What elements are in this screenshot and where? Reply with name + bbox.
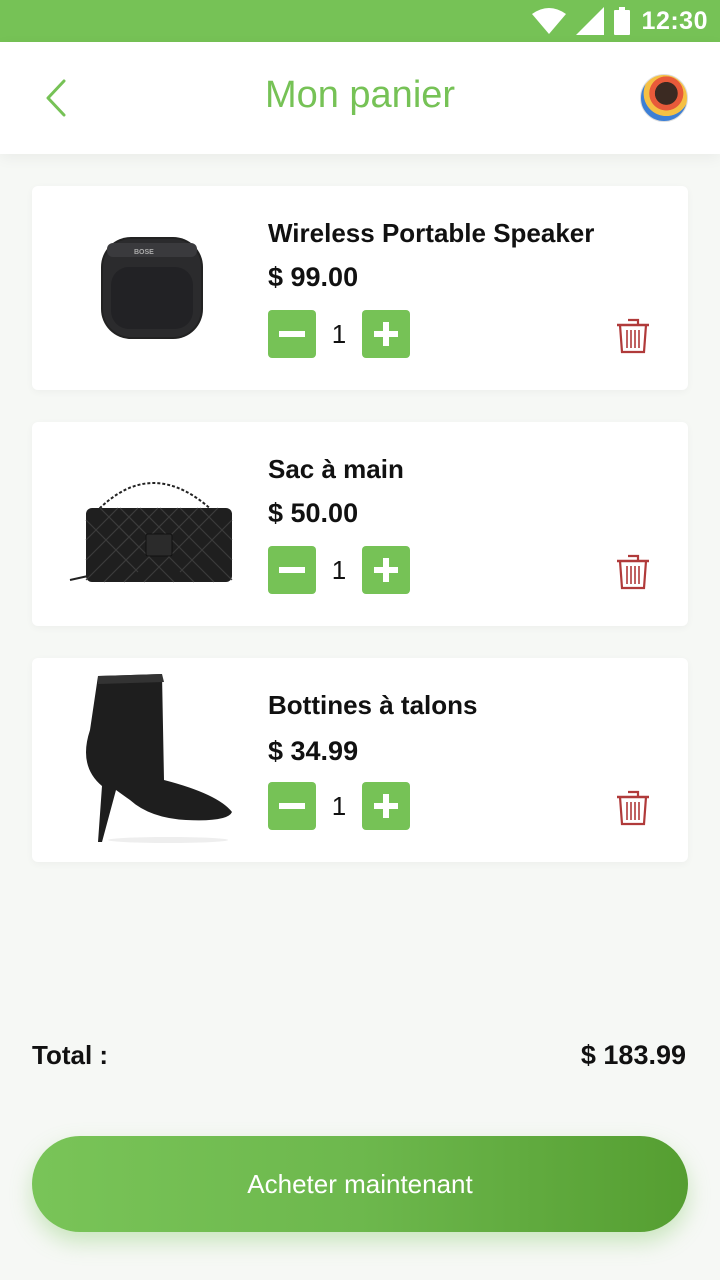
status-icons — [531, 7, 630, 35]
product-image-heeled-boot — [60, 666, 244, 850]
status-bar: 12:30 — [0, 0, 720, 42]
decrease-quantity-button[interactable] — [268, 310, 316, 358]
product-price: $ 99.00 — [268, 262, 359, 292]
cart-item: Bottines à talons $ 34.99 1 — [32, 658, 688, 862]
quantity-stepper: 1 — [268, 310, 410, 358]
quantity-value: 1 — [331, 318, 347, 349]
signal-icon — [575, 7, 604, 35]
clock: 12:30 — [641, 6, 708, 35]
product-name: Sac à main — [268, 454, 404, 484]
trash-icon[interactable] — [616, 554, 650, 590]
plus-icon — [374, 558, 398, 582]
battery-icon — [613, 7, 630, 35]
buy-now-button[interactable]: Acheter maintenant — [32, 1136, 688, 1232]
trash-icon[interactable] — [616, 790, 650, 826]
quantity-stepper: 1 — [268, 782, 410, 830]
product-name: Wireless Portable Speaker — [268, 218, 595, 248]
decrease-quantity-button[interactable] — [268, 546, 316, 594]
page-title: Mon panier — [264, 74, 456, 116]
total-value: $ 183.99 — [580, 1040, 686, 1070]
quantity-stepper: 1 — [268, 546, 410, 594]
plus-icon — [374, 322, 398, 346]
total-label: Total : — [32, 1040, 109, 1070]
buy-now-label: Acheter maintenant — [247, 1168, 473, 1199]
plus-icon — [374, 794, 398, 818]
trash-icon[interactable] — [616, 318, 650, 354]
cart-item: BOSE Wireless Portable Speaker $ 99.00 1 — [32, 186, 688, 390]
product-image-handbag — [60, 442, 244, 606]
wifi-icon — [531, 8, 566, 34]
quantity-value: 1 — [331, 790, 347, 821]
increase-quantity-button[interactable] — [362, 310, 410, 358]
minus-icon — [279, 803, 305, 809]
product-name: Bottines à talons — [268, 690, 478, 720]
increase-quantity-button[interactable] — [362, 546, 410, 594]
increase-quantity-button[interactable] — [362, 782, 410, 830]
product-price: $ 50.00 — [268, 498, 359, 528]
product-image-speaker: BOSE — [60, 206, 244, 370]
product-price: $ 34.99 — [268, 736, 359, 766]
minus-icon — [279, 331, 305, 337]
minus-icon — [279, 567, 305, 573]
cart-item: Sac à main $ 50.00 1 — [32, 422, 688, 626]
app-bar: Mon panier — [0, 42, 720, 154]
decrease-quantity-button[interactable] — [268, 782, 316, 830]
avatar[interactable] — [640, 74, 688, 122]
quantity-value: 1 — [331, 554, 347, 585]
svg-text:BOSE: BOSE — [134, 249, 154, 256]
